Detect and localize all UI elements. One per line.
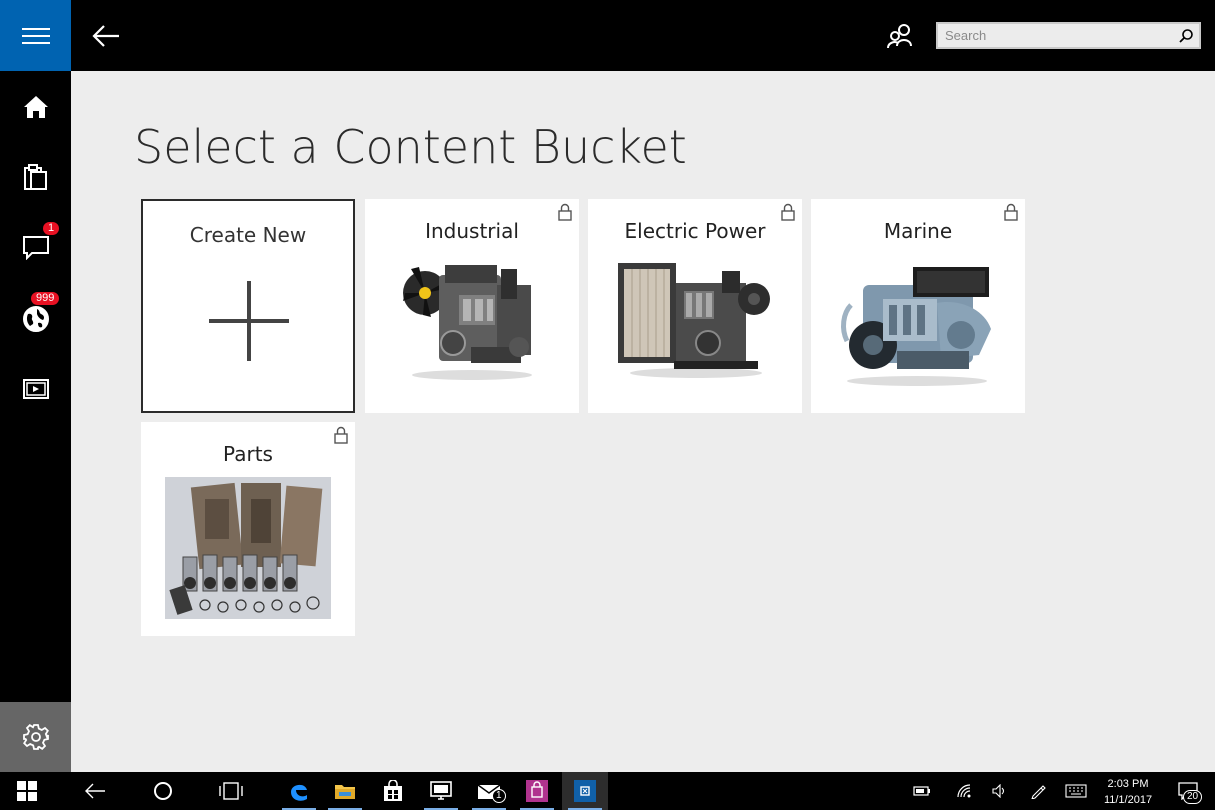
settings-button[interactable] <box>0 702 71 772</box>
taskbar-active-app[interactable] <box>562 772 608 810</box>
taskbar-mail[interactable]: 1 <box>466 772 512 810</box>
tray-network[interactable] <box>944 772 984 810</box>
battery-icon <box>913 786 930 796</box>
globe-icon <box>22 306 49 332</box>
sidebar-item-clipboard[interactable] <box>0 147 71 207</box>
folder-icon <box>335 785 355 799</box>
taskbar-app-purple[interactable] <box>514 772 560 810</box>
app-blue-icon <box>574 780 596 802</box>
cortana-button[interactable] <box>140 772 186 810</box>
plus-icon <box>209 281 289 361</box>
action-center-button[interactable]: 20 <box>1166 772 1210 810</box>
globe-badge: 999 <box>31 292 60 305</box>
lock-icon <box>781 203 795 221</box>
tray-battery[interactable] <box>902 772 942 810</box>
task-view-icon <box>219 782 243 800</box>
pen-icon <box>1031 785 1046 799</box>
edge-icon <box>291 784 307 801</box>
taskbar-edge[interactable] <box>276 772 322 810</box>
cortana-icon <box>154 782 172 800</box>
lock-icon <box>334 426 348 444</box>
search-box <box>936 22 1201 49</box>
media-icon <box>22 379 49 399</box>
taskbar-store[interactable] <box>370 772 416 810</box>
bucket-tile-industrial[interactable]: Industrial <box>365 199 579 413</box>
gear-icon <box>22 724 49 750</box>
volume-icon <box>992 784 1005 798</box>
sidebar-item-messages[interactable]: 1 <box>0 217 71 277</box>
bucket-label: Marine <box>883 219 953 243</box>
start-button[interactable] <box>4 772 50 810</box>
clock-time: 2:03 PM <box>1107 778 1149 790</box>
messages-icon <box>22 236 49 260</box>
parts-kit-image <box>165 477 331 619</box>
monitor-icon <box>430 781 452 800</box>
page-title: Select a Content Bucket <box>134 120 687 174</box>
bucket-tile-marine[interactable]: Marine <box>811 199 1025 413</box>
people-button[interactable] <box>880 14 920 58</box>
windows-logo-icon <box>17 781 37 801</box>
sidebar-item-media[interactable] <box>0 359 71 419</box>
top-bar <box>0 0 1215 71</box>
sidebar-item-globe[interactable]: 999 <box>0 289 71 349</box>
lock-icon <box>558 203 572 221</box>
search-input[interactable] <box>938 24 1170 47</box>
wifi-icon <box>957 784 971 798</box>
lock-icon <box>1004 203 1018 221</box>
clipboard-icon <box>23 164 47 190</box>
notifications-badge: 20 <box>1183 790 1203 804</box>
bucket-tile-electric-power[interactable]: Electric Power <box>588 199 802 413</box>
task-view-button[interactable] <box>208 772 254 810</box>
people-icon <box>887 24 912 49</box>
industrial-engine-image <box>403 265 532 380</box>
sidebar-item-home[interactable] <box>0 77 71 137</box>
taskbar-file-explorer[interactable] <box>322 772 368 810</box>
sidebar: 1 999 <box>0 71 71 772</box>
taskbar-remote-desktop[interactable] <box>418 772 464 810</box>
taskbar: 1 2:03 PM 11/1/2017 20 <box>0 772 1215 810</box>
create-new-tile[interactable]: Create New <box>141 199 355 413</box>
clock[interactable]: 2:03 PM 11/1/2017 <box>1098 776 1158 808</box>
create-new-label: Create New <box>189 223 307 247</box>
store-icon <box>384 780 402 801</box>
search-icon[interactable] <box>1177 27 1195 45</box>
bucket-tile-parts[interactable]: Parts <box>141 422 355 636</box>
messages-badge: 1 <box>43 222 60 235</box>
bucket-label: Industrial <box>425 219 519 243</box>
bucket-label: Parts <box>223 442 273 466</box>
mail-badge: 1 <box>492 789 506 803</box>
keyboard-icon <box>1065 784 1087 798</box>
tray-keyboard[interactable] <box>1056 772 1096 810</box>
clock-date: 11/1/2017 <box>1103 794 1153 806</box>
back-arrow-icon <box>92 25 119 47</box>
back-button[interactable] <box>84 14 128 58</box>
menu-button[interactable] <box>0 0 71 71</box>
hamburger-icon <box>21 27 50 44</box>
back-arrow-icon <box>85 783 105 799</box>
home-icon <box>23 96 48 118</box>
generator-image <box>618 263 770 378</box>
marine-engine-image <box>841 267 991 386</box>
taskbar-back-button[interactable] <box>72 772 118 810</box>
bucket-label: Electric Power <box>624 219 766 243</box>
app-bag-icon <box>526 780 548 802</box>
tray-volume[interactable] <box>980 772 1020 810</box>
tray-pen[interactable] <box>1018 772 1058 810</box>
